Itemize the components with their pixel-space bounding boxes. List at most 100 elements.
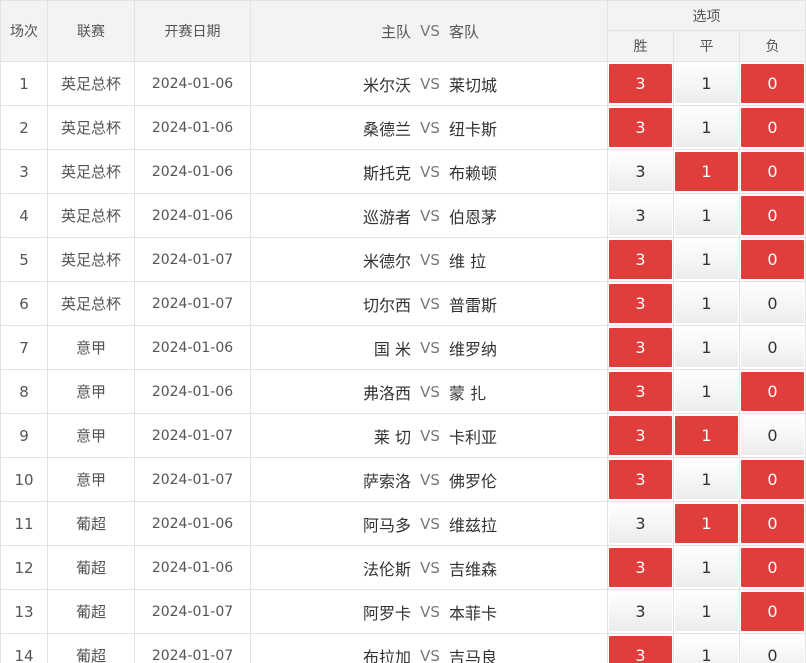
away-team: 纽卡斯 xyxy=(449,119,498,139)
option-draw-button[interactable]: 1 xyxy=(675,548,738,587)
option-draw-button[interactable]: 1 xyxy=(675,372,738,411)
match-teams: 莱 切 VS 卡利亚 xyxy=(250,413,608,458)
home-team: 切尔西 xyxy=(362,295,411,315)
option-lose-button[interactable]: 0 xyxy=(741,372,805,411)
match-date: 2024-01-07 xyxy=(134,413,251,458)
option-draw-button[interactable]: 1 xyxy=(675,64,738,103)
option-win-button[interactable]: 3 xyxy=(609,372,672,411)
option-draw-button[interactable]: 1 xyxy=(675,108,738,147)
option-lose-button[interactable]: 0 xyxy=(741,636,805,663)
option-draw-button[interactable]: 1 xyxy=(675,240,738,279)
table-row: 4 英足总杯 2024-01-06 巡游者 VS 伯恩茅 3 1 0 xyxy=(0,193,806,238)
option-draw-button[interactable]: 1 xyxy=(675,636,738,663)
option-lose-button[interactable]: 0 xyxy=(741,592,805,631)
header-draw: 平 xyxy=(673,30,740,62)
league-name: 英足总杯 xyxy=(47,105,135,150)
option-lose-cell: 0 xyxy=(738,369,806,414)
option-win-button[interactable]: 3 xyxy=(609,328,672,367)
option-lose-cell: 0 xyxy=(738,457,806,502)
option-win-cell: 3 xyxy=(607,281,674,326)
option-lose-button[interactable]: 0 xyxy=(741,108,805,147)
option-lose-button[interactable]: 0 xyxy=(741,196,805,235)
vs-label: VS xyxy=(420,426,440,445)
vs-label: VS xyxy=(420,514,440,533)
match-teams: 阿罗卡 VS 本菲卡 xyxy=(250,589,608,634)
option-draw-cell: 1 xyxy=(673,413,740,458)
match-no: 13 xyxy=(0,589,48,634)
option-win-button[interactable]: 3 xyxy=(609,504,672,543)
option-win-cell: 3 xyxy=(607,413,674,458)
home-team: 阿马多 xyxy=(362,515,411,535)
table-row: 3 英足总杯 2024-01-06 斯托克 VS 布赖顿 3 1 0 xyxy=(0,149,806,194)
home-team: 桑德兰 xyxy=(362,119,411,139)
home-team: 萨索洛 xyxy=(362,471,411,491)
option-win-button[interactable]: 3 xyxy=(609,64,672,103)
home-team: 莱 切 xyxy=(373,427,411,447)
option-draw-button[interactable]: 1 xyxy=(675,592,738,631)
option-win-button[interactable]: 3 xyxy=(609,196,672,235)
option-draw-button[interactable]: 1 xyxy=(675,416,738,455)
option-lose-cell: 0 xyxy=(738,193,806,238)
option-lose-button[interactable]: 0 xyxy=(741,504,805,543)
home-team: 巡游者 xyxy=(362,207,411,227)
header-vs: VS xyxy=(420,22,440,40)
home-team: 斯托克 xyxy=(362,163,411,183)
match-no: 3 xyxy=(0,149,48,194)
option-lose-button[interactable]: 0 xyxy=(741,328,805,367)
vs-label: VS xyxy=(420,602,440,621)
option-draw-cell: 1 xyxy=(673,105,740,150)
option-lose-button[interactable]: 0 xyxy=(741,416,805,455)
match-no: 12 xyxy=(0,545,48,590)
option-win-button[interactable]: 3 xyxy=(609,152,672,191)
option-lose-cell: 0 xyxy=(738,149,806,194)
option-lose-button[interactable]: 0 xyxy=(741,240,805,279)
away-team: 维 拉 xyxy=(449,251,487,271)
option-lose-button[interactable]: 0 xyxy=(741,152,805,191)
option-draw-button[interactable]: 1 xyxy=(675,152,738,191)
option-draw-button[interactable]: 1 xyxy=(675,284,738,323)
option-lose-button[interactable]: 0 xyxy=(741,64,805,103)
option-draw-cell: 1 xyxy=(673,545,740,590)
option-win-button[interactable]: 3 xyxy=(609,108,672,147)
option-win-button[interactable]: 3 xyxy=(609,636,672,663)
option-win-button[interactable]: 3 xyxy=(609,548,672,587)
option-draw-button[interactable]: 1 xyxy=(675,460,738,499)
option-lose-button[interactable]: 0 xyxy=(741,460,805,499)
league-name: 葡超 xyxy=(47,545,135,590)
match-teams: 斯托克 VS 布赖顿 xyxy=(250,149,608,194)
table-row: 12 葡超 2024-01-06 法伦斯 VS 吉维森 3 1 0 xyxy=(0,545,806,590)
away-team: 吉马良 xyxy=(449,647,498,663)
vs-label: VS xyxy=(420,206,440,225)
option-win-button[interactable]: 3 xyxy=(609,284,672,323)
match-no: 2 xyxy=(0,105,48,150)
option-win-button[interactable]: 3 xyxy=(609,460,672,499)
away-team: 维罗纳 xyxy=(449,339,498,359)
option-lose-cell: 0 xyxy=(738,501,806,546)
option-win-button[interactable]: 3 xyxy=(609,240,672,279)
away-team: 佛罗伦 xyxy=(449,471,498,491)
option-draw-button[interactable]: 1 xyxy=(675,328,738,367)
match-no: 9 xyxy=(0,413,48,458)
option-lose-cell: 0 xyxy=(738,545,806,590)
option-draw-button[interactable]: 1 xyxy=(675,196,738,235)
header-win: 胜 xyxy=(607,30,674,62)
option-win-cell: 3 xyxy=(607,325,674,370)
table-row: 8 意甲 2024-01-06 弗洛西 VS 蒙 扎 310 xyxy=(0,369,806,414)
match-teams: 米尔沃 VS 莱切城 xyxy=(250,61,608,106)
option-draw-button[interactable]: 1 xyxy=(675,504,738,543)
home-team: 法伦斯 xyxy=(362,559,411,579)
header-away: 客队 xyxy=(449,22,480,41)
option-win-button[interactable]: 3 xyxy=(609,416,672,455)
header-match: 主队 VS 客队 xyxy=(250,0,608,62)
match-date: 2024-01-07 xyxy=(134,281,251,326)
option-win-button[interactable]: 3 xyxy=(609,592,672,631)
match-date: 2024-01-06 xyxy=(134,369,251,414)
away-team: 伯恩茅 xyxy=(449,207,498,227)
league-name: 意甲 xyxy=(47,369,135,414)
match-date: 2024-01-07 xyxy=(134,633,251,663)
vs-label: VS xyxy=(420,646,440,663)
option-lose-button[interactable]: 0 xyxy=(741,548,805,587)
match-no: 6 xyxy=(0,281,48,326)
option-lose-button[interactable]: 0 xyxy=(741,284,805,323)
option-win-cell: 3 xyxy=(607,589,674,634)
